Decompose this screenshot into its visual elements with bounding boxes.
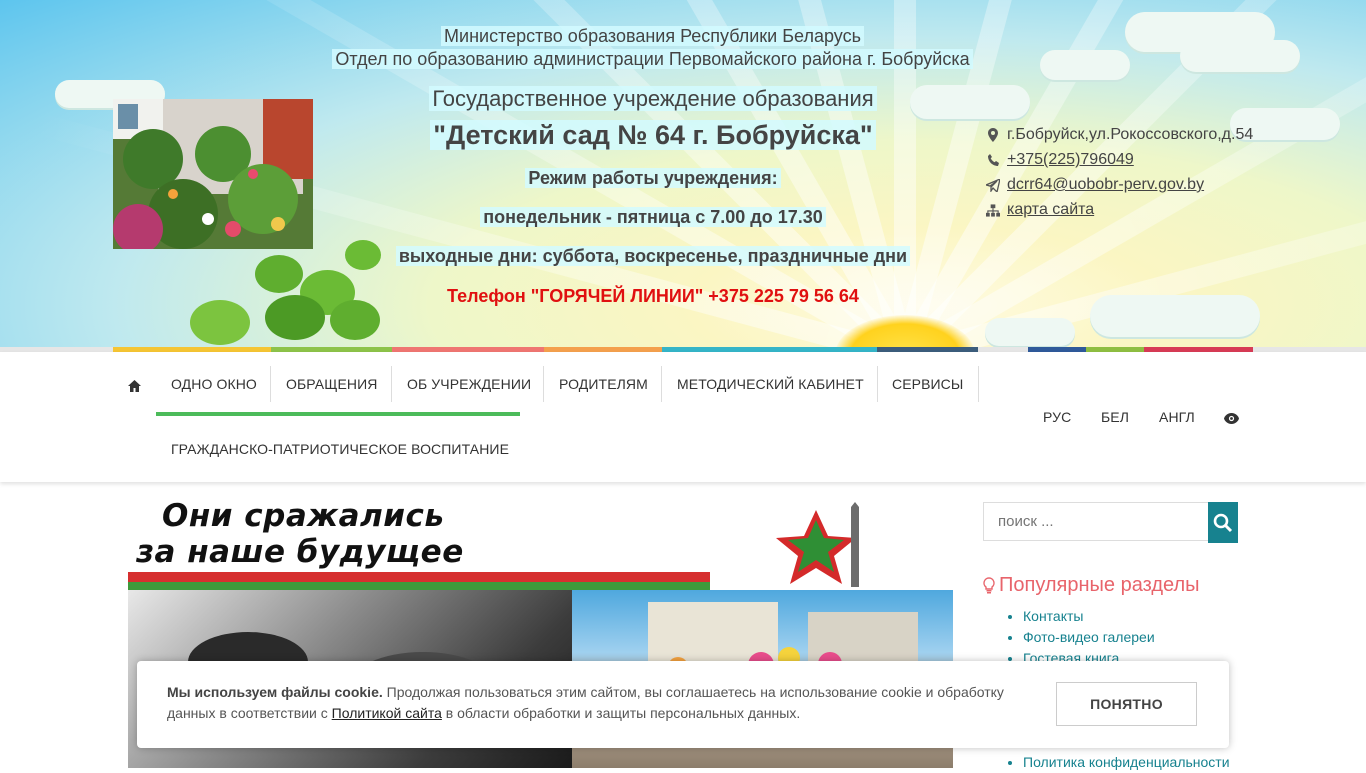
email-line: dcrr64@uobobr-perv.gov.by — [986, 176, 1204, 194]
link-photo-video-galleries[interactable]: Фото-видео галереи — [1023, 629, 1155, 645]
institution-name: "Детский сад № 64 г. Бобруйска" — [403, 120, 903, 151]
phone-line: +375(225)796049 — [986, 151, 1134, 169]
lang-bel[interactable]: БЕЛ — [1101, 409, 1129, 425]
kindergarten-photo — [113, 99, 313, 249]
schedule-weekend: выходные дни: суббота, воскресенье, праз… — [353, 246, 953, 267]
hero-title-line1: Они сражались — [162, 502, 445, 534]
victory-star-icon — [776, 502, 859, 587]
email-link[interactable]: dcrr64@uobobr-perv.gov.by — [1007, 176, 1204, 194]
cookie-message: Мы используем файлы cookie. Продолжая по… — [167, 684, 1004, 721]
sitemap-line: карта сайта — [986, 201, 1094, 219]
nav-item-methodical-office[interactable]: Методический кабинет — [677, 376, 864, 392]
paper-plane-icon — [986, 178, 1000, 192]
list-item: Контакты — [1023, 606, 1155, 627]
site-header: Министерство образования Республики Бела… — [0, 0, 1366, 347]
lightbulb-icon — [983, 577, 995, 594]
phone-icon — [986, 153, 1000, 167]
popular-sections-list-tail: Политика конфиденциальности — [1005, 752, 1230, 773]
institution-type: Государственное учреждение образования — [403, 86, 903, 112]
home-icon[interactable] — [128, 379, 141, 397]
schedule-title: Режим работы учреждения: — [403, 168, 903, 189]
nav-item-services[interactable]: Сервисы — [892, 376, 963, 392]
search-button[interactable] — [1208, 502, 1238, 543]
cookie-accept-button[interactable]: ПОНЯТНО — [1056, 682, 1197, 726]
lang-rus[interactable]: РУС — [1043, 409, 1071, 425]
site-policy-link[interactable]: Политикой сайта — [332, 705, 442, 721]
map-marker-icon — [986, 128, 1000, 142]
nav-item-appeals[interactable]: Обращения — [286, 376, 377, 392]
ministry-name: Министерство образования Республики Бела… — [0, 26, 1305, 47]
list-item: Фото-видео галереи — [1023, 627, 1155, 648]
list-item: Политика конфиденциальности — [1023, 752, 1230, 773]
eye-icon[interactable] — [1224, 411, 1239, 429]
nav-item-patriotic-education[interactable]: Гражданско-патриотическое воспитание — [171, 441, 509, 457]
search-input[interactable] — [983, 502, 1208, 541]
address-line: г.Бобруйск,ул.Рокоссовского,д.54 — [986, 126, 1253, 144]
sitemap-icon — [986, 203, 1000, 217]
sitemap-link[interactable]: карта сайта — [1007, 201, 1094, 219]
cookie-banner: Мы используем файлы cookie. Продолжая по… — [137, 661, 1229, 748]
department-name: Отдел по образованию администрации Перво… — [0, 49, 1305, 70]
nav-item-one-window[interactable]: Одно окно — [171, 376, 257, 392]
search-icon — [1213, 513, 1233, 532]
popular-sections-list: Контакты Фото-видео галереи Гостевая кни… — [1005, 606, 1155, 669]
link-contacts[interactable]: Контакты — [1023, 608, 1083, 624]
schedule-days: понедельник - пятница с 7.00 до 17.30 — [403, 207, 903, 228]
phone-link[interactable]: +375(225)796049 — [1007, 151, 1134, 169]
nav-item-parents[interactable]: Родителям — [559, 376, 648, 392]
nav-item-about[interactable]: Об учреждении — [407, 376, 531, 392]
hero-title-line2: за наше будущее — [136, 534, 464, 570]
hotline-phone: Телефон "ГОРЯЧЕЙ ЛИНИИ" +375 225 79 56 6… — [447, 286, 859, 306]
main-navigation: Одно окно Обращения Об учреждении Родите… — [0, 352, 1366, 482]
lang-eng[interactable]: АНГЛ — [1159, 409, 1195, 425]
nav-active-indicator — [156, 412, 520, 416]
popular-sections-title: Популярные разделы — [983, 574, 1200, 597]
